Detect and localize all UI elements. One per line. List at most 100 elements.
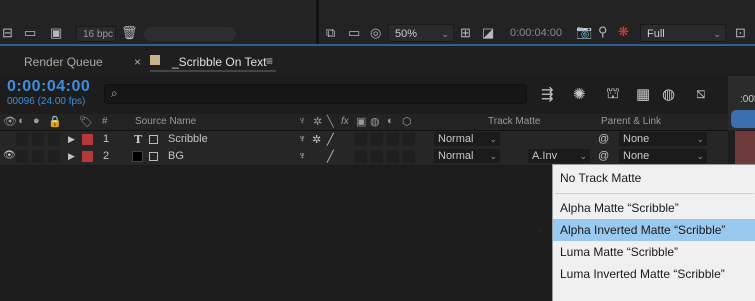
video-eye-icon[interactable]: 👁 <box>3 150 16 161</box>
layer-name[interactable]: Scribble <box>168 133 208 145</box>
shy-icon: ♆ <box>298 115 307 127</box>
menu-item-luma-inverted-matte[interactable]: Luma Inverted Matte “Scribble” <box>560 263 725 285</box>
bpc-label: 16 bpc <box>83 29 114 40</box>
blend-mode-select[interactable]: Normal ⌄ <box>434 132 500 146</box>
menu-item-no-track-matte[interactable]: No Track Matte <box>560 167 641 189</box>
comp-icon <box>149 152 158 161</box>
camera-icon[interactable]: 📷 <box>576 25 592 39</box>
resolution-value: Full <box>647 28 665 40</box>
shy-switch[interactable]: ♆ <box>298 133 306 145</box>
audio-icon: ◖ <box>17 115 24 127</box>
region-icon[interactable]: ▭ <box>24 26 36 40</box>
adjustment-switch[interactable] <box>387 150 399 163</box>
snapshot-icon[interactable]: ⊟ <box>2 26 13 40</box>
search-icon: ⌕ <box>111 86 118 100</box>
column-source-name[interactable]: Source Name <box>135 116 196 127</box>
solo-switch[interactable] <box>32 133 44 146</box>
video-eye-icon: 👁 <box>3 116 17 128</box>
menu-item-alpha-inverted-matte[interactable]: Alpha Inverted Matte “Scribble” <box>538 219 726 241</box>
parent-value: None <box>623 133 650 145</box>
layer-search-input[interactable]: ⌕ <box>104 84 527 104</box>
frame-blend-switch[interactable] <box>355 150 367 163</box>
quality-switch[interactable]: ╱ <box>327 150 334 163</box>
pick-whip-icon[interactable]: @ <box>598 133 609 145</box>
solo-switch[interactable] <box>32 150 44 163</box>
close-tab-icon[interactable]: × <box>134 55 141 69</box>
comp-mini-flowchart-icon[interactable]: ⇶ <box>541 85 554 103</box>
magnification-select[interactable]: 50% ⌄ <box>388 24 454 42</box>
column-parent-link: Parent & Link <box>601 116 662 127</box>
motion-blur-switch[interactable] <box>371 133 383 146</box>
motion-blur-icon[interactable]: ◍ <box>662 85 675 103</box>
collapse-switch[interactable]: ✲ <box>312 133 321 146</box>
trash-icon[interactable]: 🗑 <box>121 26 138 40</box>
motion-blur-switch[interactable] <box>371 150 383 163</box>
effects-icon: fx <box>341 116 349 127</box>
quality-switch[interactable]: ╱ <box>327 133 334 146</box>
region-of-interest-icon[interactable]: ⊡ <box>735 26 746 40</box>
draft-3d-icon[interactable]: ✺ <box>573 85 586 103</box>
blend-mode-value: Normal <box>438 150 474 162</box>
timecode-display[interactable]: 0:00:04:00 <box>7 78 90 96</box>
tab-composition[interactable]: _Scribble On Text <box>172 55 267 69</box>
solid-layer-swatch <box>132 151 143 162</box>
3d-switch[interactable] <box>403 133 415 146</box>
3d-layer-icon: ⬡ <box>402 116 412 128</box>
grid-icon[interactable]: ⊞ <box>460 26 471 40</box>
panel-menu-icon[interactable]: ≡ <box>266 54 273 68</box>
frame-blending-icon[interactable]: ▦ <box>636 85 650 103</box>
color-channels-icon[interactable]: ❋ <box>618 25 629 39</box>
current-time-display[interactable]: 0:00:04:00 <box>510 27 562 39</box>
menu-item-label: Alpha Inverted Matte “Scribble” <box>560 223 726 237</box>
mask-visibility-icon[interactable]: ◎ <box>370 26 381 40</box>
3d-switch[interactable] <box>403 150 415 163</box>
chevron-down-icon: ⌄ <box>696 134 704 144</box>
label-color-swatch[interactable] <box>82 151 93 162</box>
shy-layers-icon[interactable]: ⛫ <box>606 85 620 104</box>
search-footage-field[interactable] <box>144 27 236 41</box>
alpha-icon[interactable]: ◪ <box>482 26 494 40</box>
tab-render-queue[interactable]: Render Queue <box>24 55 103 69</box>
work-area-bar[interactable] <box>731 110 755 128</box>
expand-arrow-icon[interactable]: ▶ <box>68 134 75 145</box>
audio-switch[interactable] <box>16 150 28 163</box>
layer-row[interactable]: ▶ 1 T Scribble ♆ ✲ ╱ Normal ⌄ @ None ⌄ <box>0 131 728 149</box>
shy-switch[interactable]: ♆ <box>298 150 306 162</box>
monitor-icon[interactable]: ▭ <box>348 26 360 40</box>
chevron-down-icon: ⌄ <box>441 29 449 39</box>
chevron-down-icon: ⌄ <box>489 134 497 144</box>
menu-item-alpha-matte[interactable]: Alpha Matte “Scribble” <box>560 197 679 219</box>
parent-value: None <box>623 150 650 162</box>
lock-switch[interactable] <box>48 150 60 163</box>
graph-editor-icon[interactable]: ⧅ <box>696 85 706 102</box>
show-snapshot-icon[interactable]: ⚲ <box>598 25 608 39</box>
lock-switch[interactable] <box>48 133 60 146</box>
adjustment-switch[interactable] <box>387 133 399 146</box>
always-preview-icon[interactable]: ⧉ <box>326 26 335 40</box>
layer-duration-bar[interactable] <box>735 131 755 148</box>
expand-arrow-icon[interactable]: ▶ <box>68 151 75 162</box>
blend-mode-value: Normal <box>438 133 474 145</box>
frame-blend-switch[interactable] <box>355 133 367 146</box>
layer-number: 1 <box>103 133 110 145</box>
collapse-icon: ✲ <box>313 116 323 128</box>
blend-mode-select[interactable]: Normal ⌄ <box>434 149 500 163</box>
frame-blend-icon: ▣ <box>356 116 367 128</box>
layer-duration-bar[interactable] <box>735 148 755 165</box>
solo-icon: ● <box>33 115 40 127</box>
track-matte-select[interactable]: A.Inv ⌄ <box>528 149 590 163</box>
pick-whip-icon[interactable]: @ <box>598 150 609 162</box>
active-tab-underline <box>150 70 276 72</box>
menu-item-luma-matte[interactable]: Luma Matte “Scribble” <box>560 241 678 263</box>
parent-select[interactable]: None ⌄ <box>619 149 707 163</box>
column-track-matte: Track Matte <box>488 116 541 127</box>
label-color-swatch[interactable] <box>82 134 93 145</box>
composition-color-icon <box>150 55 160 65</box>
layer-name[interactable]: BG <box>168 150 184 162</box>
audio-switch[interactable] <box>16 133 28 146</box>
magnification-value: 50% <box>395 28 418 40</box>
bpc-button[interactable]: 16 bpc <box>76 26 116 42</box>
resolution-select[interactable]: Full ⌄ <box>640 24 726 42</box>
parent-select[interactable]: None ⌄ <box>619 132 707 146</box>
flowchart-icon[interactable]: ▣ <box>50 26 62 40</box>
